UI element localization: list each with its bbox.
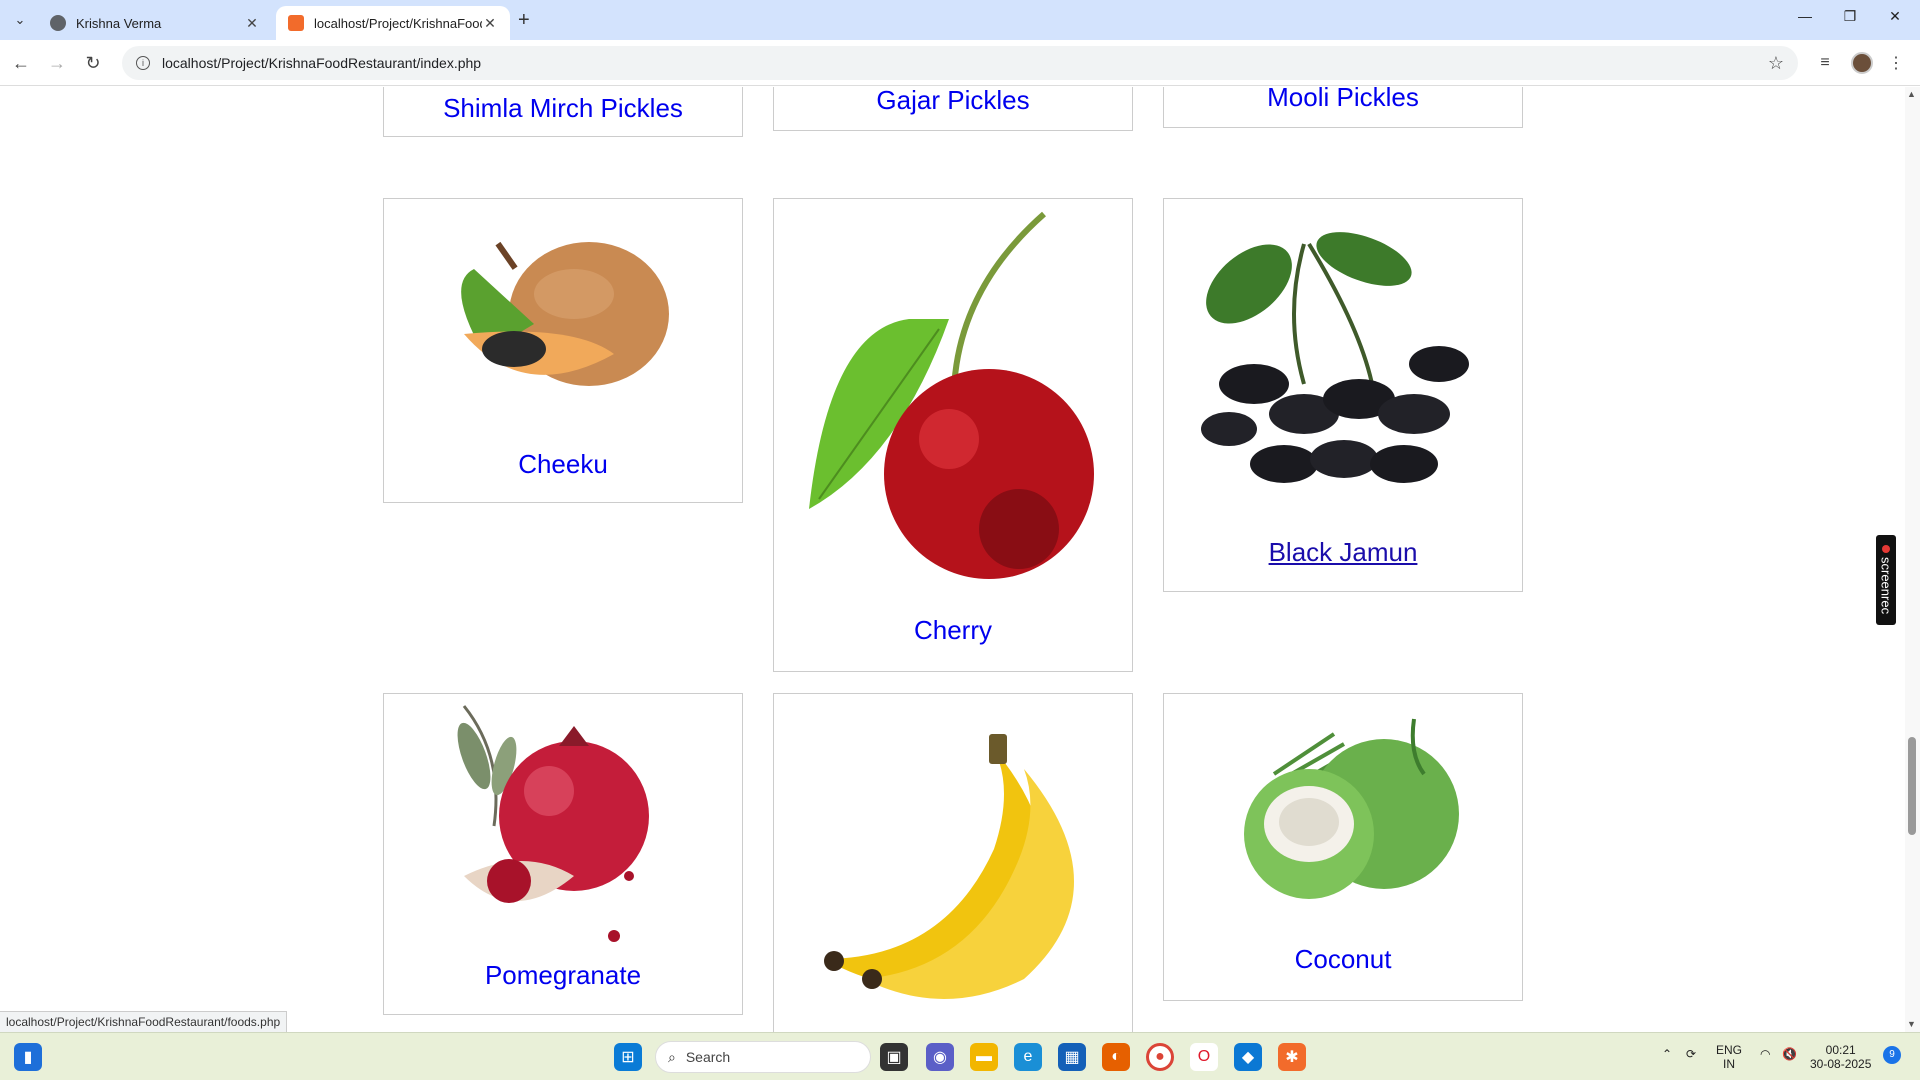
close-window-button[interactable]: ✕ xyxy=(1880,8,1910,25)
pomegranate-image xyxy=(457,705,649,942)
date-label: 30-08-2025 xyxy=(1810,1057,1872,1071)
tab-label: localhost/Project/KrishnaFoodR xyxy=(314,15,482,31)
menu-kebab-icon[interactable]: ⋮ xyxy=(1884,51,1908,75)
reload-icon[interactable]: ↻ xyxy=(80,50,106,76)
taskbar: ▮ ⊞ ⌕ Search ▣ ◉ ▬ e ▦ ◐ ● O ◆ ✱ ⌃ ⟳ ENG… xyxy=(0,1032,1920,1080)
widgets-icon[interactable]: ▮ xyxy=(14,1043,42,1071)
search-placeholder: Search xyxy=(685,1049,731,1065)
tray-overflow-icon[interactable]: ⌃ xyxy=(1662,1047,1672,1061)
banana-image xyxy=(824,734,1074,999)
minimize-button[interactable]: — xyxy=(1790,8,1820,24)
windows-start-icon[interactable]: ⊞ xyxy=(614,1043,642,1071)
forward-icon[interactable]: → xyxy=(44,50,70,76)
lang-label: ENG xyxy=(1716,1043,1743,1057)
screenrec-widget[interactable]: screenrec xyxy=(1876,535,1896,625)
language-indicator[interactable]: ENG IN xyxy=(1716,1043,1742,1071)
bookmark-star-icon[interactable]: ☆ xyxy=(1768,53,1784,74)
close-tab-icon[interactable]: ✕ xyxy=(244,15,260,32)
scroll-up-arrow-icon[interactable]: ▲ xyxy=(1907,89,1916,99)
vscode-icon[interactable]: ◆ xyxy=(1234,1043,1262,1071)
chrome-icon[interactable]: ● xyxy=(1146,1043,1174,1071)
food-name[interactable]: Gajar Pickles xyxy=(774,87,1132,116)
food-card-cheeku[interactable]: Cheeku xyxy=(383,198,743,503)
task-view-icon[interactable]: ▣ xyxy=(880,1043,908,1071)
food-card[interactable]: Mooli Pickles xyxy=(1163,87,1523,128)
food-name[interactable]: Cheeku xyxy=(384,449,742,480)
sync-icon[interactable]: ⟳ xyxy=(1686,1047,1696,1061)
region-label: IN xyxy=(1723,1057,1735,1071)
record-dot-icon xyxy=(1882,545,1890,554)
clock[interactable]: 00:21 30-08-2025 xyxy=(1810,1043,1871,1071)
food-name[interactable]: Black Jamun xyxy=(1164,537,1522,568)
browser-toolbar: ← → ↻ i localhost/Project/KrishnaFoodRes… xyxy=(0,40,1920,86)
opera-icon[interactable]: O xyxy=(1190,1043,1218,1071)
taskbar-search[interactable]: ⌕ Search xyxy=(655,1041,871,1073)
food-name[interactable]: Pomegranate xyxy=(384,960,742,991)
address-url[interactable]: localhost/Project/KrishnaFoodRestaurant/… xyxy=(162,55,1768,71)
volume-muted-icon[interactable]: 🔇 xyxy=(1782,1047,1797,1061)
tab-krishna-verma[interactable]: Krishna Verma ✕ xyxy=(38,6,272,40)
page-viewport: Shimla Mirch Pickles Gajar Pickles Mooli… xyxy=(0,87,1905,1032)
restore-button[interactable]: ❐ xyxy=(1835,8,1865,25)
wifi-icon[interactable]: ◠ xyxy=(1760,1047,1770,1061)
browser-tab-strip: ⌄ Krishna Verma ✕ localhost/Project/Kris… xyxy=(0,0,1920,40)
xampp-icon xyxy=(288,15,304,31)
file-explorer-icon[interactable]: ▬ xyxy=(970,1043,998,1071)
notification-badge[interactable]: 9 xyxy=(1883,1046,1901,1064)
food-name[interactable]: Cherry xyxy=(774,615,1132,646)
time-label: 00:21 xyxy=(1825,1043,1856,1057)
teams-icon[interactable]: ◉ xyxy=(926,1043,954,1071)
food-name[interactable]: Mooli Pickles xyxy=(1164,87,1522,113)
back-icon[interactable]: ← xyxy=(8,50,34,76)
scroll-down-arrow-icon[interactable]: ▼ xyxy=(1907,1019,1916,1029)
store-icon[interactable]: ▦ xyxy=(1058,1043,1086,1071)
food-card-cherry[interactable]: Cherry xyxy=(773,198,1133,672)
screenrec-label: screenrec xyxy=(1878,557,1894,615)
close-tab-icon[interactable]: ✕ xyxy=(482,15,498,32)
cherry-image xyxy=(809,211,1094,579)
address-bar[interactable]: i localhost/Project/KrishnaFoodRestauran… xyxy=(122,46,1798,80)
food-name[interactable]: Shimla Mirch Pickles xyxy=(384,93,742,124)
tab-search-icon[interactable]: ⌄ xyxy=(8,8,32,32)
xampp-icon[interactable]: ✱ xyxy=(1278,1043,1306,1071)
food-name[interactable]: Coconut xyxy=(1164,944,1522,975)
scrollbar-thumb[interactable] xyxy=(1908,737,1916,835)
site-info-icon[interactable]: i xyxy=(136,56,150,70)
firefox-icon[interactable]: ◐ xyxy=(1102,1043,1130,1071)
coconut-image xyxy=(1244,718,1459,899)
new-tab-button[interactable]: + xyxy=(518,9,530,32)
tab-localhost[interactable]: localhost/Project/KrishnaFoodR ✕ xyxy=(276,6,510,40)
profile-avatar[interactable] xyxy=(1851,52,1873,74)
food-card[interactable]: Shimla Mirch Pickles xyxy=(383,87,743,137)
food-card-banana[interactable] xyxy=(773,693,1133,1032)
black-jamun-image xyxy=(1201,232,1469,483)
page-scrollbar[interactable]: ▲ ▼ xyxy=(1905,87,1920,1032)
globe-icon xyxy=(50,15,66,31)
food-card-pomegranate[interactable]: Pomegranate xyxy=(383,693,743,1015)
cheeku-image xyxy=(461,241,669,386)
link-status-bar: localhost/Project/KrishnaFoodRestaurant/… xyxy=(0,1011,288,1033)
food-card[interactable]: Gajar Pickles xyxy=(773,87,1133,131)
edge-icon[interactable]: e xyxy=(1014,1043,1042,1071)
food-card-coconut[interactable]: Coconut xyxy=(1163,693,1523,1001)
search-icon: ⌕ xyxy=(668,1048,676,1065)
tab-label: Krishna Verma xyxy=(76,15,162,31)
food-card-black-jamun[interactable]: Black Jamun xyxy=(1163,198,1523,592)
media-controls-icon[interactable]: ≡ xyxy=(1813,51,1837,75)
